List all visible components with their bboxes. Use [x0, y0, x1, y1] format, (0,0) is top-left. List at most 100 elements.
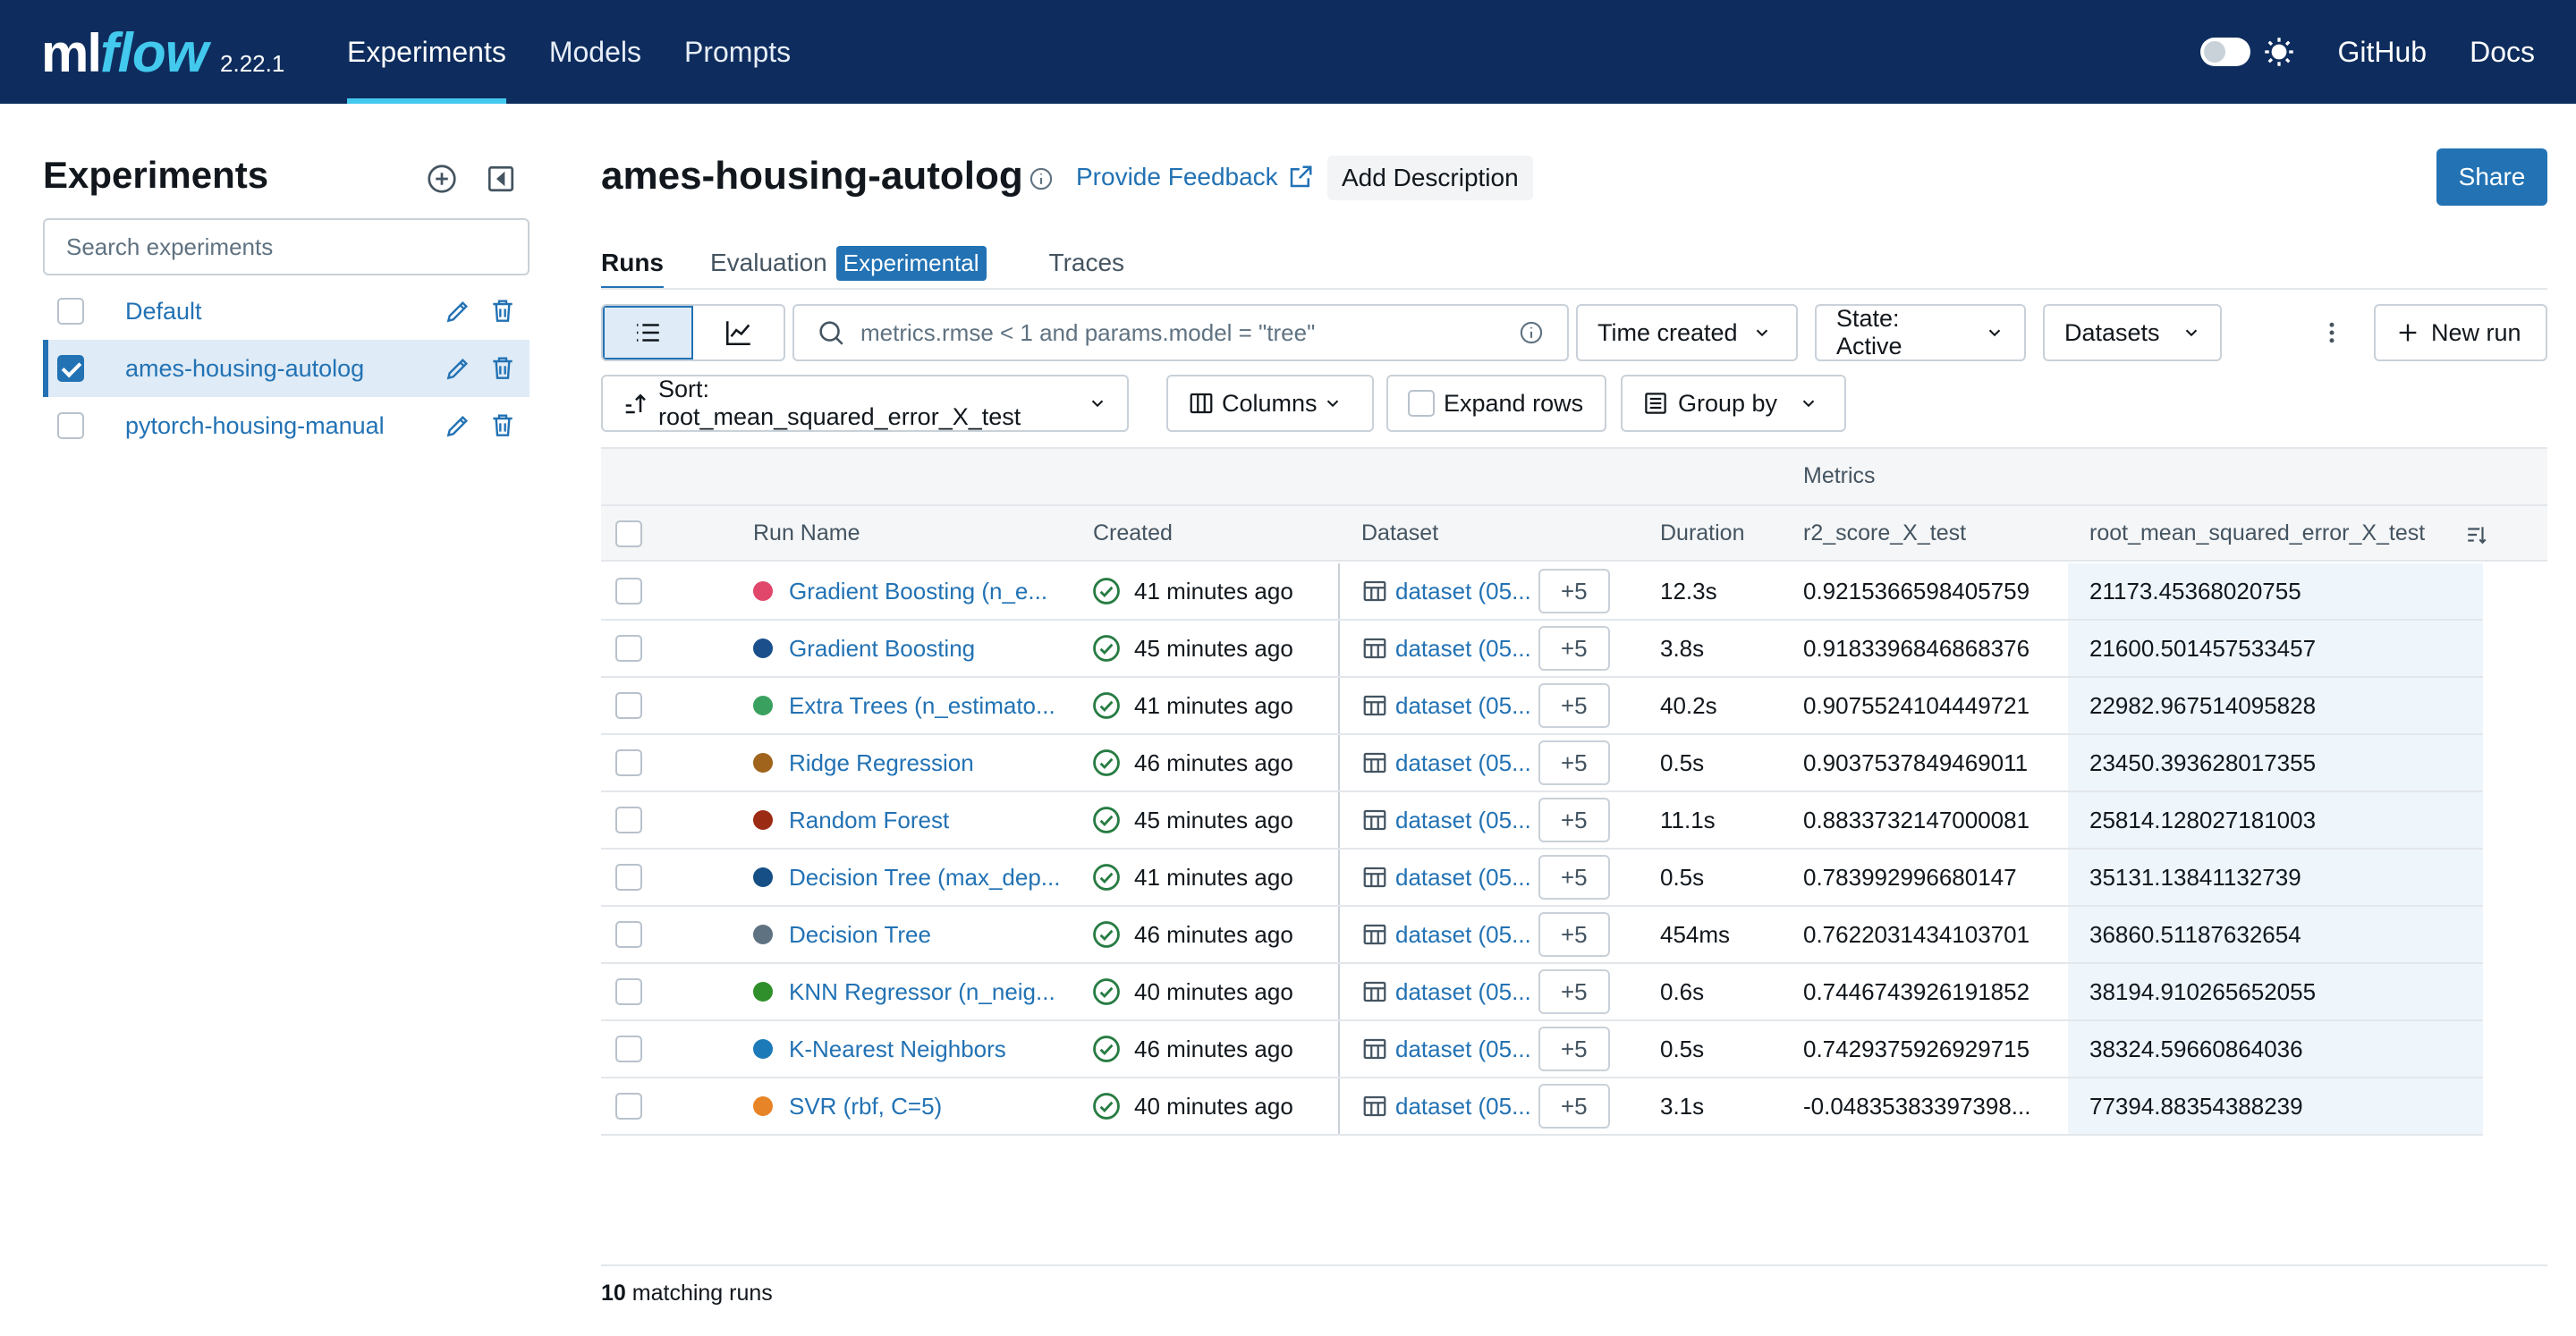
more-datasets-button[interactable]: +5 — [1538, 683, 1610, 728]
nav-models[interactable]: Models — [549, 0, 641, 104]
run-name-link[interactable]: Gradient Boosting (n_e... — [789, 578, 1047, 605]
sun-icon[interactable] — [2263, 36, 2295, 68]
row-checkbox[interactable] — [615, 1093, 642, 1120]
more-datasets-button[interactable]: +5 — [1538, 740, 1610, 785]
experiment-checkbox[interactable] — [57, 298, 84, 325]
table-row[interactable]: Ridge Regression 46 minutes ago dataset (0… — [601, 735, 2483, 792]
datasets-filter-dropdown[interactable]: Datasets — [2043, 304, 2222, 361]
github-link[interactable]: GitHub — [2338, 36, 2428, 69]
row-checkbox[interactable] — [615, 807, 642, 833]
time-created-dropdown[interactable]: Time created — [1576, 304, 1798, 361]
dataset-link[interactable]: dataset (05... — [1395, 807, 1531, 834]
experiment-name[interactable]: pytorch-housing-manual — [125, 412, 385, 440]
edit-icon[interactable] — [444, 411, 472, 440]
column-header-r2-score[interactable]: r2_score_X_test — [1803, 520, 1966, 546]
expand-rows-checkbox[interactable] — [1408, 390, 1435, 417]
row-checkbox[interactable] — [615, 749, 642, 776]
nav-experiments[interactable]: Experiments — [347, 0, 506, 104]
run-name-link[interactable]: K-Nearest Neighbors — [789, 1036, 1006, 1063]
table-row[interactable]: Decision Tree 46 minutes ago dataset (05..… — [601, 907, 2483, 964]
table-view-button[interactable] — [603, 306, 694, 359]
row-checkbox[interactable] — [615, 921, 642, 948]
more-datasets-button[interactable]: +5 — [1538, 1027, 1610, 1071]
run-name-link[interactable]: Gradient Boosting — [789, 635, 975, 663]
group-by-dropdown[interactable]: Group by — [1621, 375, 1846, 432]
dataset-link[interactable]: dataset (05... — [1395, 1036, 1531, 1063]
sort-descending-icon[interactable] — [2465, 523, 2488, 546]
state-filter-dropdown[interactable]: State: Active — [1815, 304, 2026, 361]
experiment-checkbox[interactable] — [57, 412, 84, 439]
column-header-run-name[interactable]: Run Name — [753, 520, 860, 546]
run-name-link[interactable]: SVR (rbf, C=5) — [789, 1093, 942, 1120]
experiment-name[interactable]: Default — [125, 298, 202, 326]
run-name-link[interactable]: KNN Regressor (n_neig... — [789, 978, 1055, 1006]
run-name-link[interactable]: Extra Trees (n_estimato... — [789, 692, 1055, 720]
docs-link[interactable]: Docs — [2470, 36, 2535, 69]
dataset-link[interactable]: dataset (05... — [1395, 578, 1531, 605]
table-row[interactable]: KNN Regressor (n_neig... 40 minutes ago da… — [601, 964, 2483, 1021]
tab-traces[interactable]: Traces — [1049, 238, 1125, 288]
table-row[interactable]: K-Nearest Neighbors 46 minutes ago dataset… — [601, 1021, 2483, 1078]
column-header-created[interactable]: Created — [1093, 520, 1173, 546]
columns-dropdown[interactable]: Columns — [1166, 375, 1374, 432]
chart-view-button[interactable] — [693, 306, 784, 359]
column-header-dataset[interactable]: Dataset — [1361, 520, 1438, 546]
select-all-checkbox[interactable] — [615, 520, 642, 547]
experiment-name[interactable]: ames-housing-autolog — [125, 355, 364, 383]
info-icon[interactable] — [1519, 320, 1544, 345]
edit-icon[interactable] — [444, 297, 472, 326]
run-name-link[interactable]: Decision Tree — [789, 921, 931, 949]
trash-icon[interactable] — [488, 297, 517, 326]
row-checkbox[interactable] — [615, 635, 642, 662]
table-row[interactable]: Gradient Boosting 45 minutes ago dataset (… — [601, 621, 2483, 678]
dataset-link[interactable]: dataset (05... — [1395, 635, 1531, 663]
dataset-link[interactable]: dataset (05... — [1395, 978, 1531, 1006]
experiment-item-default[interactable]: Default — [43, 283, 530, 340]
more-datasets-button[interactable]: +5 — [1538, 1084, 1610, 1129]
share-button[interactable]: Share — [2436, 148, 2547, 206]
more-datasets-button[interactable]: +5 — [1538, 569, 1610, 613]
more-datasets-button[interactable]: +5 — [1538, 912, 1610, 957]
column-header-rmse[interactable]: root_mean_squared_error_X_test — [2089, 520, 2425, 546]
theme-toggle[interactable] — [2199, 38, 2250, 66]
table-row[interactable]: Decision Tree (max_dep... 41 minutes ago d… — [601, 850, 2483, 907]
sort-dropdown[interactable]: Sort: root_mean_squared_error_X_test — [601, 375, 1129, 432]
more-datasets-button[interactable]: +5 — [1538, 969, 1610, 1014]
add-description-button[interactable]: Add Description — [1327, 156, 1533, 200]
nav-prompts[interactable]: Prompts — [684, 0, 791, 104]
tab-runs[interactable]: Runs — [601, 238, 664, 290]
search-experiments-input[interactable]: Search experiments — [43, 218, 530, 275]
edit-icon[interactable] — [444, 354, 472, 383]
row-checkbox[interactable] — [615, 692, 642, 719]
row-checkbox[interactable] — [615, 578, 642, 605]
experiment-item-pytorch-housing-manual[interactable]: pytorch-housing-manual — [43, 397, 530, 454]
table-row[interactable]: Extra Trees (n_estimato... 41 minutes ago… — [601, 678, 2483, 735]
table-row[interactable]: Gradient Boosting (n_e... 41 minutes ago d… — [601, 563, 2483, 621]
trash-icon[interactable] — [488, 354, 517, 383]
trash-icon[interactable] — [488, 411, 517, 440]
row-checkbox[interactable] — [615, 978, 642, 1005]
dataset-link[interactable]: dataset (05... — [1395, 692, 1531, 720]
row-checkbox[interactable] — [615, 1036, 642, 1062]
info-icon[interactable] — [1029, 166, 1054, 191]
table-row[interactable]: Random Forest 45 minutes ago dataset (05..… — [601, 792, 2483, 850]
run-name-link[interactable]: Random Forest — [789, 807, 949, 834]
row-checkbox[interactable] — [615, 864, 642, 891]
runs-search-input[interactable]: metrics.rmse < 1 and params.model = "tre… — [792, 304, 1569, 361]
column-header-duration[interactable]: Duration — [1660, 520, 1745, 546]
new-run-button[interactable]: New run — [2374, 304, 2547, 361]
experiment-checkbox[interactable] — [57, 355, 84, 382]
more-options-icon[interactable] — [2318, 319, 2345, 346]
more-datasets-button[interactable]: +5 — [1538, 855, 1610, 900]
dataset-link[interactable]: dataset (05... — [1395, 749, 1531, 777]
run-name-link[interactable]: Decision Tree (max_dep... — [789, 864, 1060, 892]
add-experiment-icon[interactable] — [426, 163, 458, 195]
experiment-item-ames-housing-autolog[interactable]: ames-housing-autolog — [43, 340, 530, 397]
dataset-link[interactable]: dataset (05... — [1395, 864, 1531, 892]
run-name-link[interactable]: Ridge Regression — [789, 749, 974, 777]
provide-feedback-link[interactable]: Provide Feedback — [1076, 163, 1314, 191]
dataset-link[interactable]: dataset (05... — [1395, 1093, 1531, 1120]
mlflow-logo[interactable]: ml flow 2.22.1 — [41, 21, 284, 84]
tab-evaluation[interactable]: Evaluation Experimental — [710, 238, 987, 288]
table-row[interactable]: SVR (rbf, C=5) 40 minutes ago dataset (05.… — [601, 1078, 2483, 1136]
